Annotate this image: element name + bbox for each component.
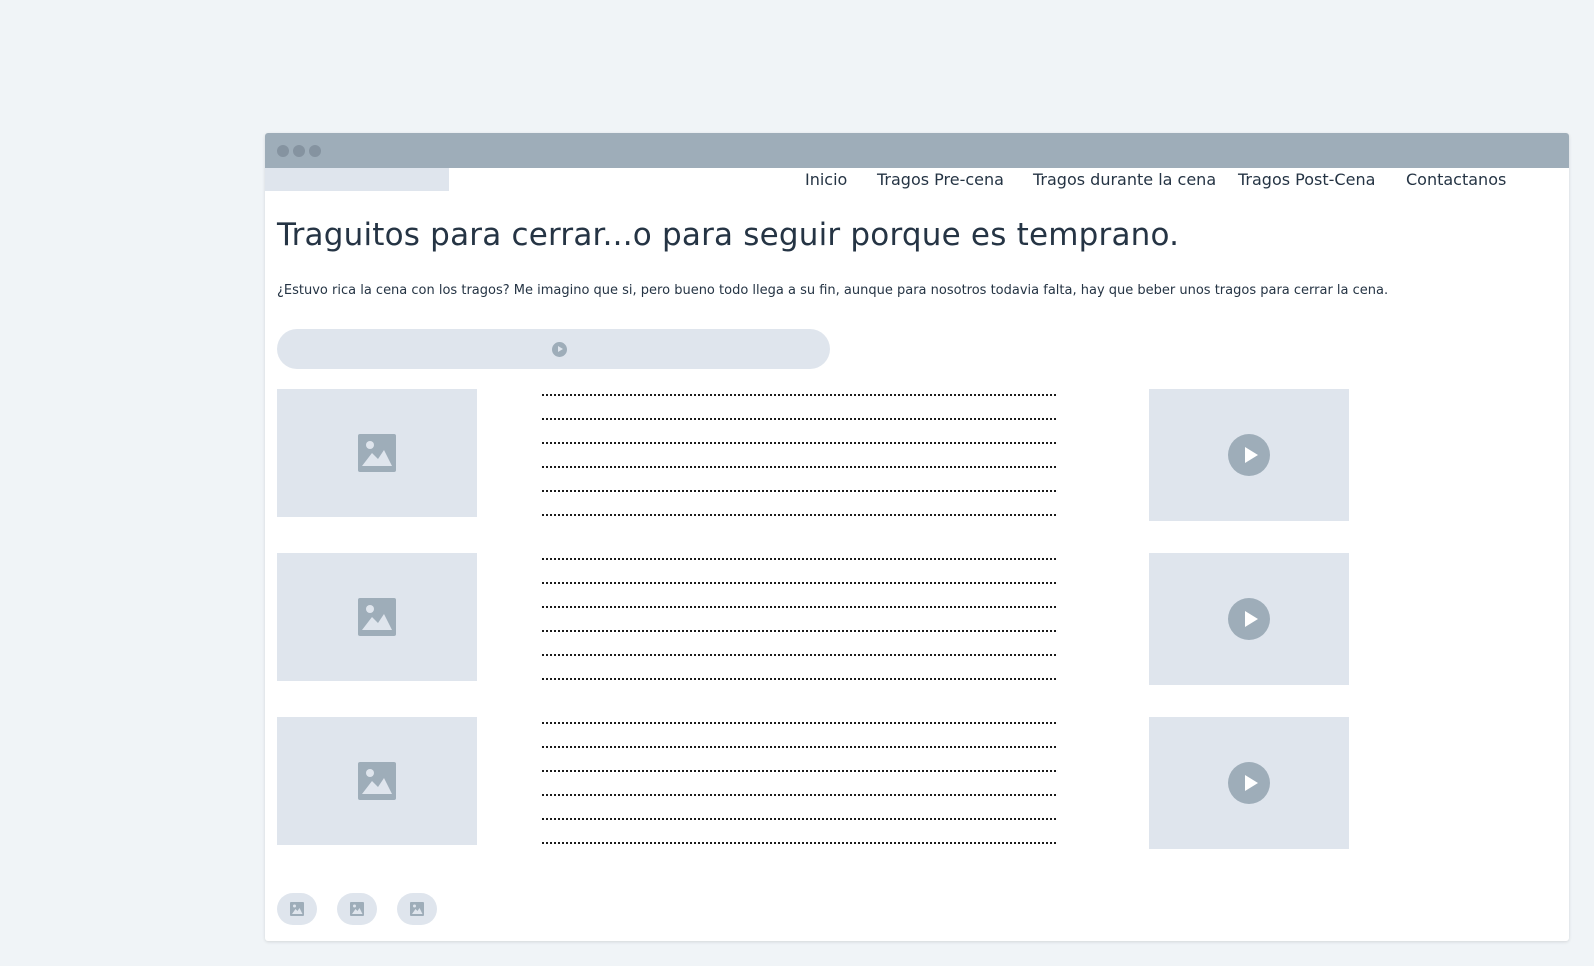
video-placeholder[interactable]	[1149, 553, 1349, 685]
footer-icon-button[interactable]	[277, 893, 317, 925]
nav-item-tragos-pre-cena[interactable]: Tragos Pre-cena	[877, 170, 1004, 189]
audio-player[interactable]	[277, 329, 830, 369]
audio-play-icon[interactable]	[552, 342, 567, 357]
intro-text: ¿Estuvo rica la cena con los tragos? Me …	[277, 283, 1389, 298]
nav-item-inicio[interactable]: Inicio	[805, 170, 847, 189]
image-placeholder	[277, 717, 477, 845]
window-control-dot[interactable]	[309, 145, 321, 157]
footer-icon-button[interactable]	[337, 893, 377, 925]
video-placeholder[interactable]	[1149, 389, 1349, 521]
image-icon	[358, 434, 396, 472]
image-icon	[350, 902, 364, 916]
logo-placeholder[interactable]	[265, 168, 449, 191]
play-icon[interactable]	[1228, 598, 1270, 640]
nav-item-tragos-post-cena[interactable]: Tragos Post-Cena	[1238, 170, 1375, 189]
text-placeholder	[542, 722, 1056, 866]
play-icon[interactable]	[1228, 434, 1270, 476]
image-icon	[358, 762, 396, 800]
nav-item-contactanos[interactable]: Contactanos	[1406, 170, 1506, 189]
page-title: Traguitos para cerrar...o para seguir po…	[277, 217, 1180, 253]
nav-item-tragos-durante-la-cena[interactable]: Tragos durante la cena	[1033, 170, 1216, 189]
image-icon	[358, 598, 396, 636]
window-control-dot[interactable]	[293, 145, 305, 157]
browser-window: Inicio Tragos Pre-cena Tragos durante la…	[265, 133, 1569, 941]
image-placeholder	[277, 389, 477, 517]
image-icon	[290, 902, 304, 916]
text-placeholder	[542, 558, 1056, 702]
video-placeholder[interactable]	[1149, 717, 1349, 849]
image-placeholder	[277, 553, 477, 681]
window-control-dot[interactable]	[277, 145, 289, 157]
text-placeholder	[542, 394, 1056, 538]
image-icon	[410, 902, 424, 916]
footer-icon-button[interactable]	[397, 893, 437, 925]
play-icon[interactable]	[1228, 762, 1270, 804]
window-titlebar	[265, 133, 1569, 168]
